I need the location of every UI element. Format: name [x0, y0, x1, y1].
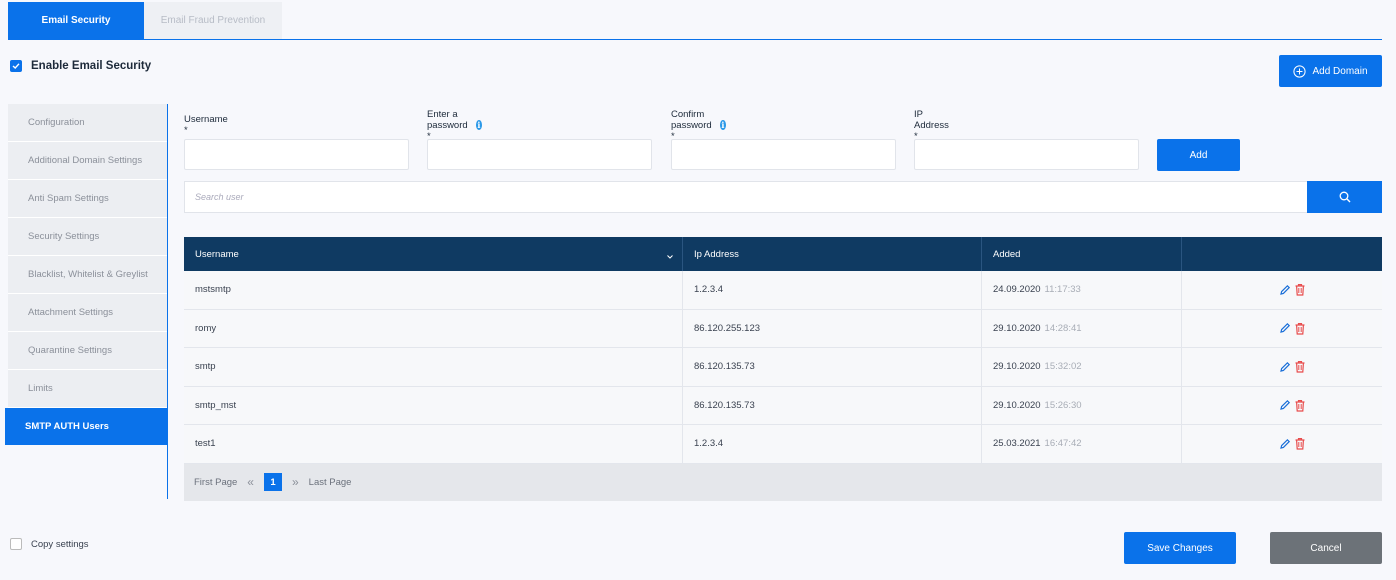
tab-bar: Email Security Email Fraud Prevention	[8, 2, 282, 39]
ip-address-field-group: IP Address *	[914, 108, 1139, 170]
search-bar: Search user	[184, 181, 1382, 213]
sidebar-item-blacklist-whitelist-greylist[interactable]: Blacklist, Whitelist & Greylist	[8, 256, 167, 294]
next-page-icon[interactable]: »	[292, 475, 299, 489]
tab-email-security[interactable]: Email Security	[8, 2, 144, 39]
cell-ip-address: 86.120.135.73	[683, 348, 982, 386]
last-page-link[interactable]: Last Page	[309, 477, 352, 488]
cell-added: 29.10.2020 15:26:30	[982, 386, 1182, 424]
save-changes-button[interactable]: Save Changes	[1124, 532, 1236, 564]
table-row: mstsmtp 1.2.3.4 24.09.2020 11:17:33	[184, 271, 1382, 310]
cell-ip-address: 1.2.3.4	[683, 425, 982, 463]
column-header-username[interactable]: Username	[184, 237, 683, 271]
column-header-ip-address: Ip Address	[683, 237, 982, 271]
settings-sidebar: Configuration Additional Domain Settings…	[5, 104, 168, 499]
username-field-group: Username *	[184, 114, 409, 170]
table-row: romy 86.120.255.123 29.10.2020 14:28:41	[184, 309, 1382, 348]
edit-pencil-icon[interactable]	[1279, 399, 1291, 411]
search-icon	[1339, 191, 1350, 203]
tab-email-fraud-prevention[interactable]: Email Fraud Prevention	[144, 2, 282, 39]
sidebar-item-anti-spam-settings[interactable]: Anti Spam Settings	[8, 180, 167, 218]
cell-actions	[1182, 425, 1382, 463]
cell-added: 25.03.2021 16:47:42	[982, 425, 1182, 463]
sidebar-item-additional-domain-settings[interactable]: Additional Domain Settings	[8, 142, 167, 180]
table-header: Username Ip Address Added	[184, 237, 1382, 271]
copy-settings-label: Copy settings	[31, 538, 89, 550]
pagination: First Page « 1 » Last Page	[184, 463, 1382, 501]
confirm-password-field-group: Confirm password * i	[671, 108, 896, 170]
ip-address-label: IP Address *	[914, 108, 949, 142]
cell-username: romy	[184, 309, 683, 347]
search-button[interactable]	[1307, 181, 1382, 213]
column-header-added: Added	[982, 237, 1182, 271]
cell-added: 29.10.2020 15:32:02	[982, 348, 1182, 386]
cell-added: 29.10.2020 14:28:41	[982, 309, 1182, 347]
page-number-current[interactable]: 1	[263, 473, 282, 491]
add-domain-label: Add Domain	[1312, 65, 1368, 77]
edit-pencil-icon[interactable]	[1279, 322, 1291, 334]
password-input[interactable]	[427, 139, 652, 170]
edit-pencil-icon[interactable]	[1279, 438, 1291, 450]
trash-icon[interactable]	[1294, 283, 1306, 296]
trash-icon[interactable]	[1294, 322, 1306, 335]
ip-address-input[interactable]	[914, 139, 1139, 170]
cell-ip-address: 86.120.135.73	[683, 386, 982, 424]
info-icon[interactable]: i	[476, 120, 482, 130]
confirm-password-input[interactable]	[671, 139, 896, 170]
trash-icon[interactable]	[1294, 399, 1306, 412]
sidebar-item-quarantine-settings[interactable]: Quarantine Settings	[8, 332, 167, 370]
column-header-actions	[1182, 237, 1382, 271]
sidebar-item-smtp-auth-users[interactable]: SMTP AUTH Users	[5, 408, 167, 445]
cell-actions	[1182, 348, 1382, 386]
cell-username: smtp	[184, 348, 683, 386]
enable-email-security-label: Enable Email Security	[31, 60, 152, 72]
add-user-button[interactable]: Add	[1157, 139, 1240, 171]
enable-email-security[interactable]: Enable Email Security	[10, 60, 151, 72]
sidebar-item-attachment-settings[interactable]: Attachment Settings	[8, 294, 167, 332]
cancel-button[interactable]: Cancel	[1270, 532, 1382, 564]
trash-icon[interactable]	[1294, 360, 1306, 373]
copy-settings-checkbox[interactable]	[10, 538, 22, 550]
sidebar-item-limits[interactable]: Limits	[8, 370, 167, 408]
copy-settings[interactable]: Copy settings	[10, 538, 89, 550]
cell-added: 24.09.2020 11:17:33	[982, 271, 1182, 309]
cell-ip-address: 86.120.255.123	[683, 309, 982, 347]
confirm-password-label: Confirm password * i	[671, 108, 726, 142]
cell-actions	[1182, 271, 1382, 309]
first-page-link[interactable]: First Page	[194, 477, 237, 488]
plus-circle-icon	[1293, 64, 1307, 78]
smtp-users-table: Username Ip Address Added mstsmtp 1.2.3.…	[184, 237, 1382, 501]
trash-icon[interactable]	[1294, 437, 1306, 450]
sort-icon[interactable]	[666, 249, 674, 259]
username-label: Username *	[184, 114, 228, 136]
password-field-group: Enter a password * i	[427, 108, 652, 170]
edit-pencil-icon[interactable]	[1279, 284, 1291, 296]
cell-actions	[1182, 310, 1382, 348]
sidebar-item-configuration[interactable]: Configuration	[8, 104, 167, 142]
cell-ip-address: 1.2.3.4	[683, 271, 982, 309]
cell-actions	[1182, 387, 1382, 425]
table-row: smtp 86.120.135.73 29.10.2020 15:32:02	[184, 348, 1382, 387]
cell-username: smtp_mst	[184, 386, 683, 424]
prev-page-icon[interactable]: «	[247, 475, 254, 489]
table-row: test1 1.2.3.4 25.03.2021 16:47:42	[184, 425, 1382, 464]
search-user-input[interactable]: Search user	[184, 181, 1307, 213]
username-input[interactable]	[184, 139, 409, 170]
password-label: Enter a password * i	[427, 108, 482, 142]
cell-username: test1	[184, 425, 683, 463]
tab-underline	[8, 39, 1382, 40]
checkmark-icon	[12, 63, 20, 69]
edit-pencil-icon[interactable]	[1279, 361, 1291, 373]
cell-username: mstsmtp	[184, 271, 683, 309]
info-icon[interactable]: i	[720, 120, 726, 130]
sidebar-item-security-settings[interactable]: Security Settings	[8, 218, 167, 256]
add-domain-button[interactable]: Add Domain	[1279, 55, 1382, 87]
enable-email-security-checkbox[interactable]	[10, 60, 22, 72]
table-row: smtp_mst 86.120.135.73 29.10.2020 15:26:3…	[184, 386, 1382, 425]
